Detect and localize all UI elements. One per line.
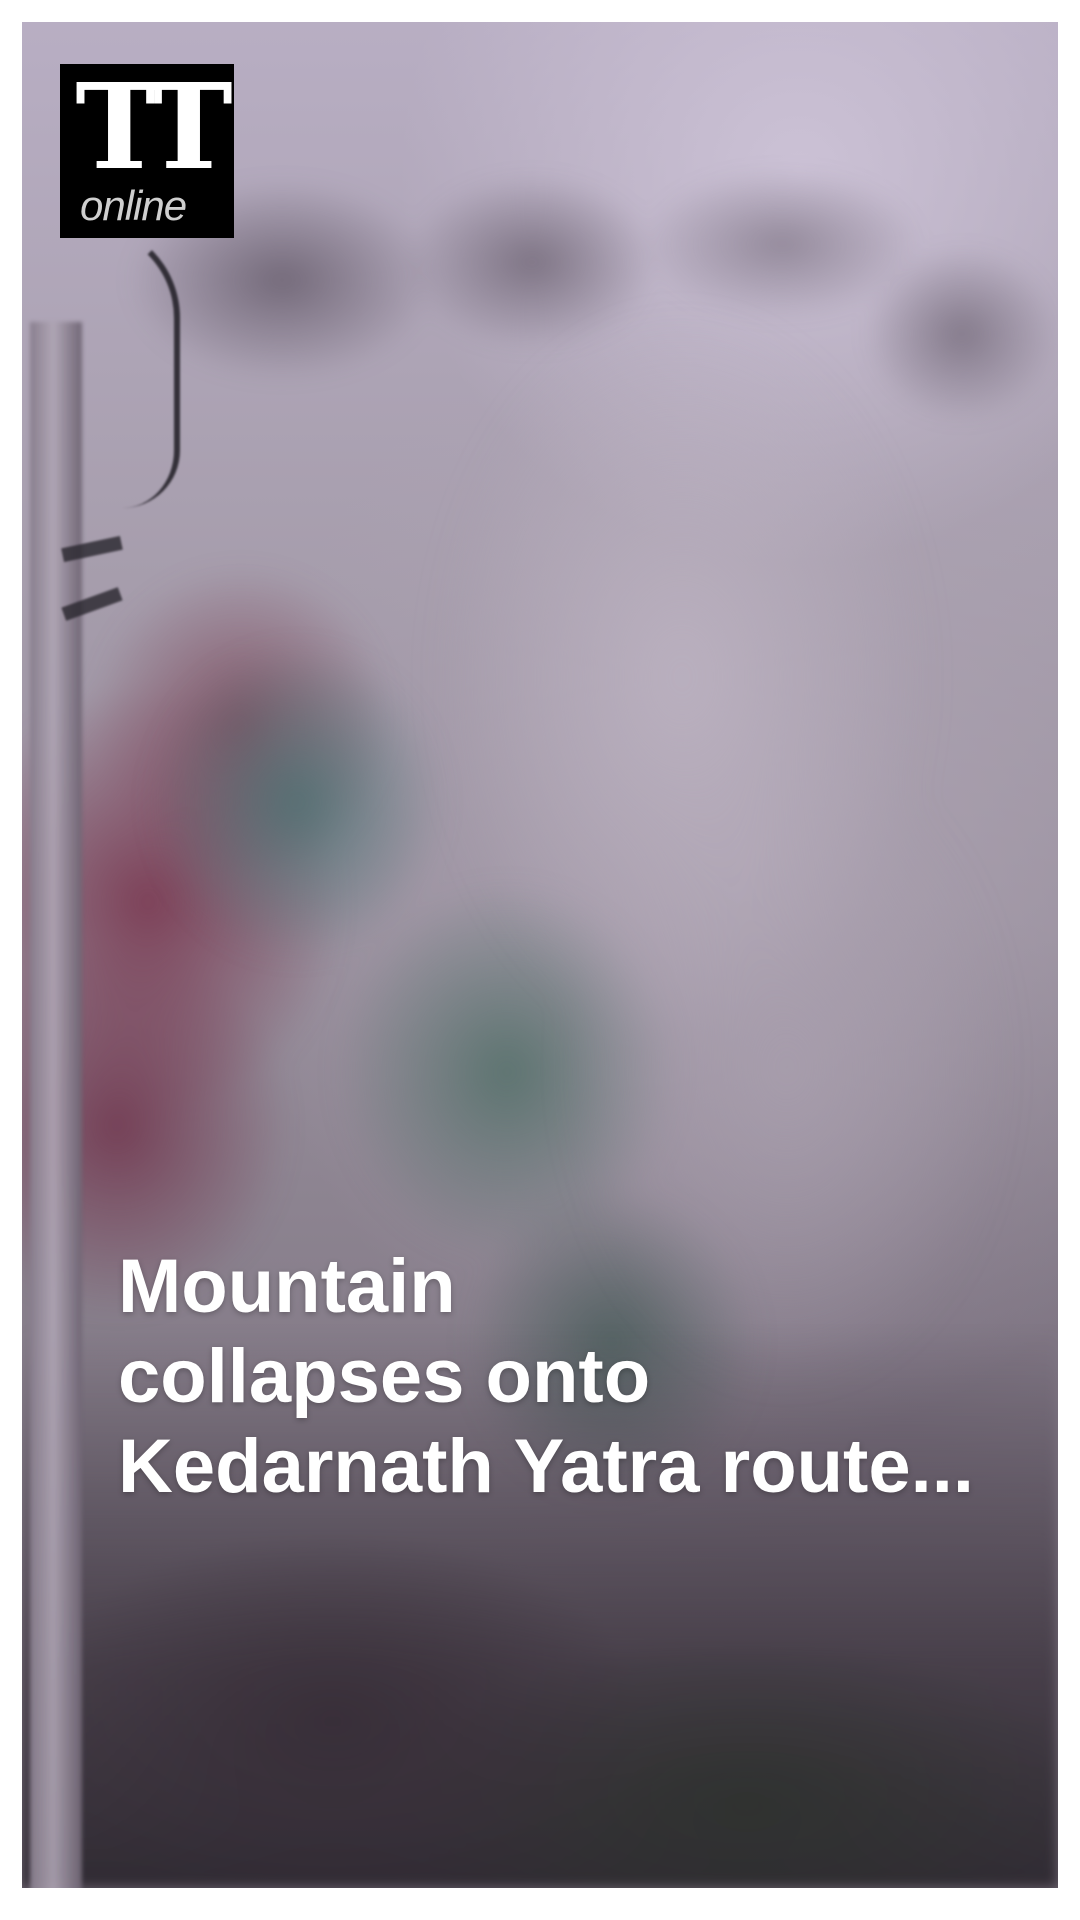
landslide-scene bbox=[22, 22, 1058, 1888]
headline-line: collapses onto bbox=[118, 1334, 651, 1419]
logo-subtitle: online bbox=[80, 182, 187, 229]
tt-online-logo: TT online bbox=[60, 64, 234, 238]
headline-line: Kedarnath Yatra route... bbox=[118, 1424, 974, 1509]
headline-line: Mountain bbox=[118, 1244, 456, 1329]
logo-mark: TT bbox=[75, 57, 232, 196]
video-frame[interactable]: TT online Mountain collapses onto Kedarn… bbox=[22, 22, 1058, 1888]
headline: Mountain collapses onto Kedarnath Yatra … bbox=[118, 1242, 1058, 1512]
